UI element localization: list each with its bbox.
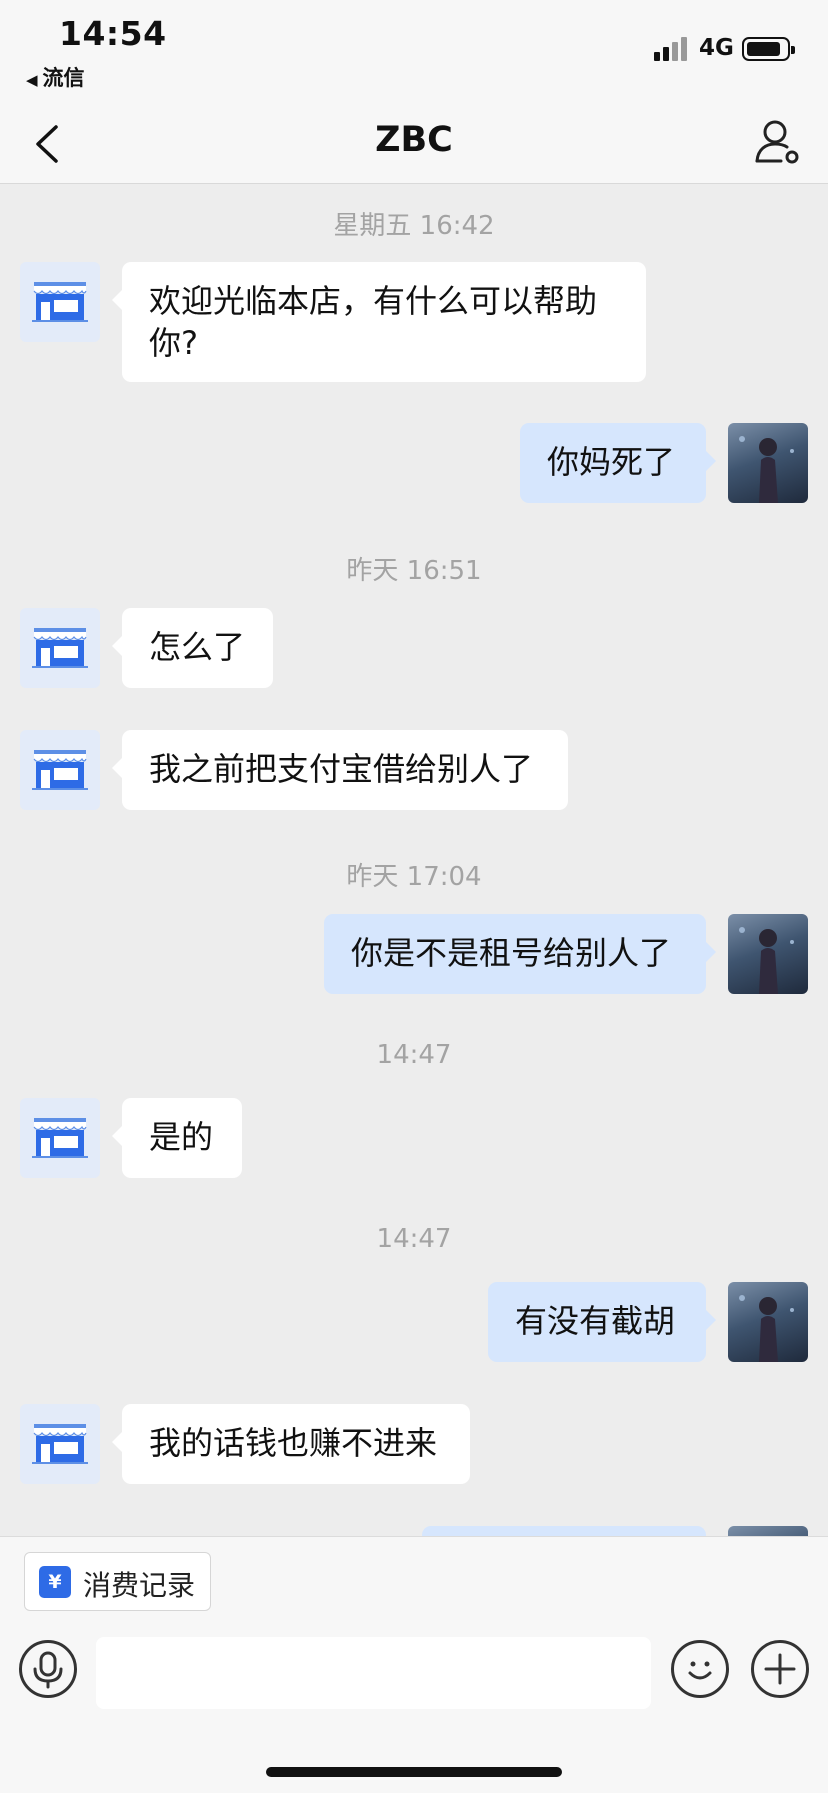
user-avatar[interactable]	[728, 914, 808, 994]
shop-avatar[interactable]	[20, 262, 100, 342]
nav-bar: ZBC	[0, 105, 828, 184]
message-in[interactable]: 我之前把支付宝借给别人了	[112, 730, 568, 810]
shop-avatar[interactable]	[20, 608, 100, 688]
profile-picture-icon	[739, 436, 794, 503]
person-settings-icon	[755, 120, 799, 164]
message-list[interactable]: 星期五 16:42 欢迎光临本店，有什么可以帮助你? 你妈死了 昨天 16:51…	[0, 184, 828, 1536]
message-out[interactable]: 你是不是租号给别人了	[324, 914, 716, 994]
network-type: 4G	[699, 35, 734, 61]
timestamp: 14:47	[376, 1224, 452, 1254]
more-button[interactable]	[751, 1640, 809, 1698]
user-avatar[interactable]	[728, 1282, 808, 1362]
voice-button[interactable]	[19, 1640, 77, 1698]
shop-avatar[interactable]	[20, 1098, 100, 1178]
back-app-label: 流信	[42, 66, 85, 90]
shop-avatar[interactable]	[20, 1404, 100, 1484]
user-avatar[interactable]	[728, 1526, 808, 1536]
back-to-app-link[interactable]: ◀ 流信	[26, 62, 85, 92]
timestamp: 14:47	[376, 1040, 452, 1070]
store-icon	[32, 1118, 88, 1158]
home-indicator[interactable]	[266, 1767, 562, 1777]
message-out[interactable]: 有没有截胡	[488, 1282, 716, 1362]
message-in[interactable]: 欢迎光临本店，有什么可以帮助你?	[112, 262, 646, 382]
message-in[interactable]: 是的	[112, 1098, 242, 1178]
status-bar: 14:54 ◀ 流信 4G	[0, 0, 828, 105]
emoji-button[interactable]	[671, 1640, 729, 1698]
message-in[interactable]: 我的话钱也赚不进来	[112, 1404, 470, 1484]
store-icon	[32, 750, 88, 790]
consumption-record-label: 消费记录	[83, 1569, 196, 1602]
store-icon	[32, 282, 88, 322]
user-avatar[interactable]	[728, 423, 808, 503]
receipt-yen-icon: ¥	[39, 1566, 71, 1598]
store-icon	[32, 628, 88, 668]
microphone-icon	[33, 1651, 63, 1689]
status-time: 14:54	[59, 14, 167, 53]
signal-icon	[654, 37, 690, 61]
input-panel: ¥ 消费记录	[0, 1536, 828, 1793]
message-in[interactable]: 怎么了	[112, 608, 273, 688]
smiley-icon	[688, 1661, 712, 1680]
profile-picture-icon	[728, 1526, 808, 1536]
message-out[interactable]	[422, 1526, 706, 1536]
battery-icon	[742, 37, 795, 61]
shop-avatar[interactable]	[20, 730, 100, 810]
message-input[interactable]	[96, 1637, 651, 1709]
profile-picture-icon	[739, 927, 794, 994]
back-triangle-icon: ◀	[26, 71, 38, 89]
consumption-record-button[interactable]: ¥ 消费记录	[24, 1552, 211, 1611]
timestamp: 昨天 16:51	[346, 556, 482, 586]
timestamp: 星期五 16:42	[333, 211, 495, 241]
plus-icon	[764, 1653, 796, 1685]
profile-button[interactable]	[754, 117, 802, 167]
store-icon	[32, 1424, 88, 1464]
profile-picture-icon	[739, 1295, 794, 1362]
message-out[interactable]: 你妈死了	[520, 423, 716, 503]
chat-title: ZBC	[375, 120, 453, 160]
timestamp: 昨天 17:04	[346, 862, 482, 892]
